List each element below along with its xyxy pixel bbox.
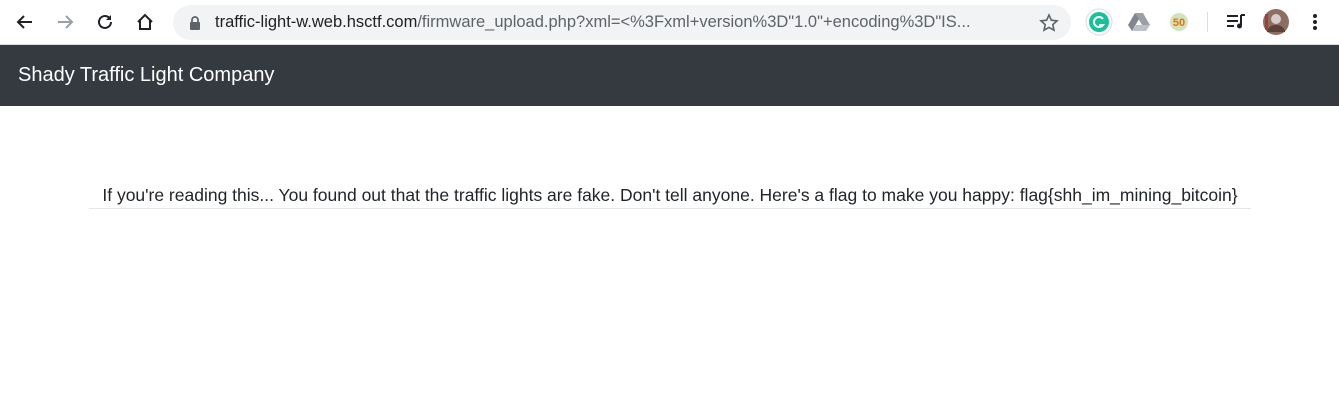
- flag-message: If you're reading this... You found out …: [89, 185, 1251, 209]
- back-icon[interactable]: [10, 7, 40, 37]
- url-host: traffic-light-w.web.hsctf.com: [215, 13, 418, 31]
- address-bar[interactable]: traffic-light-w.web.hsctf.com/firmware_u…: [173, 5, 1071, 40]
- reload-icon[interactable]: [90, 7, 120, 37]
- playlist-icon[interactable]: [1222, 8, 1250, 36]
- grammarly-icon[interactable]: [1085, 8, 1113, 36]
- url-text[interactable]: traffic-light-w.web.hsctf.com/firmware_u…: [215, 5, 1015, 40]
- site-navbar: Shady Traffic Light Company: [0, 45, 1339, 106]
- avatar[interactable]: [1262, 8, 1290, 36]
- browser-toolbar: traffic-light-w.web.hsctf.com/firmware_u…: [0, 0, 1339, 45]
- more-icon[interactable]: [1301, 8, 1329, 36]
- navbar-brand[interactable]: Shady Traffic Light Company: [18, 64, 274, 87]
- forward-icon[interactable]: [50, 7, 80, 37]
- lock-icon[interactable]: [189, 16, 201, 35]
- extension-badge: 50: [1173, 17, 1185, 29]
- url-path: /firmware_upload.php?xml=<%3Fxml+version…: [417, 13, 971, 31]
- star-icon[interactable]: [1039, 13, 1059, 38]
- page-content: If you're reading this... You found out …: [0, 106, 1339, 408]
- extension-icon[interactable]: 50: [1165, 8, 1193, 36]
- toolbar-divider: [1207, 12, 1208, 32]
- drive-icon[interactable]: [1125, 8, 1153, 36]
- home-icon[interactable]: [130, 7, 160, 37]
